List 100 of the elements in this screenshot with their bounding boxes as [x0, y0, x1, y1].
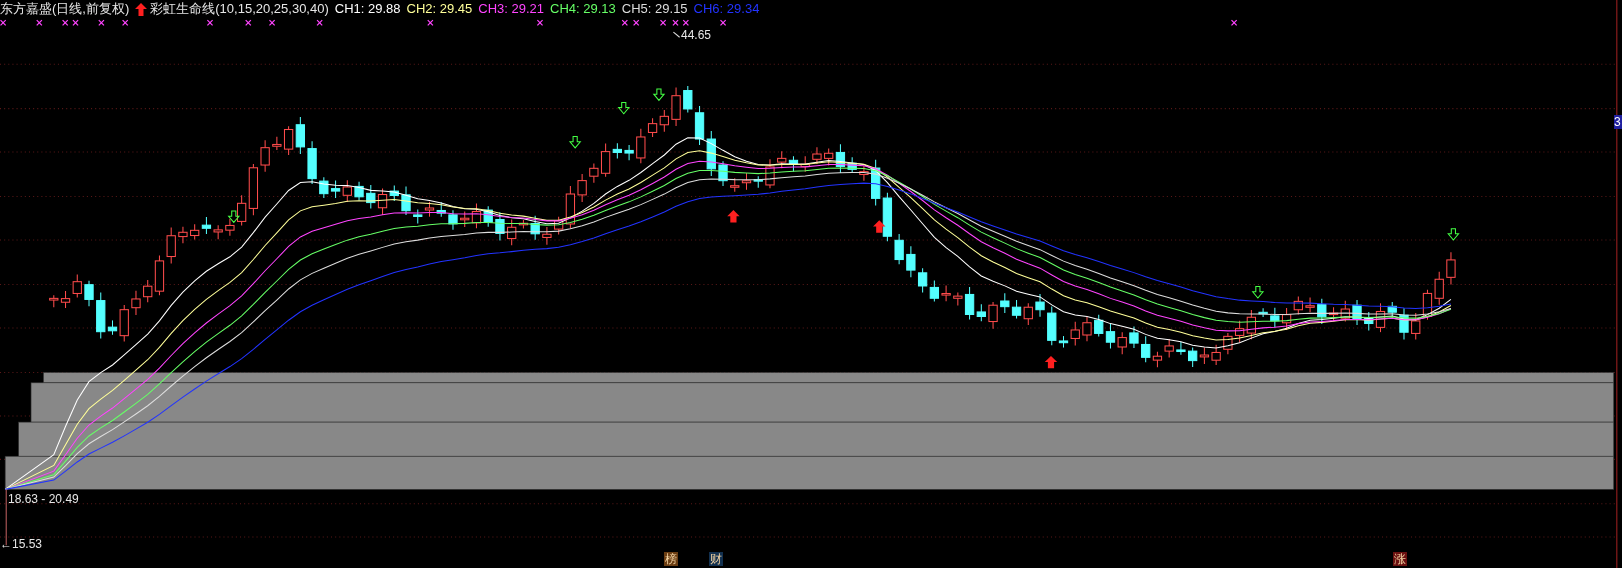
candlestick — [1270, 307, 1280, 328]
candlestick — [1411, 312, 1421, 341]
indicator-value: CH4: 29.13 — [550, 1, 616, 17]
candlestick — [1305, 297, 1315, 313]
candlestick — [366, 184, 376, 209]
axis-badge: 3 — [1614, 115, 1622, 129]
indicator-value: CH3: 29.21 — [478, 1, 545, 17]
candlestick — [1035, 293, 1045, 318]
up-arrow-icon — [135, 2, 148, 16]
event-marker: 涨 — [1393, 552, 1407, 566]
event-marker: 榜 — [664, 552, 678, 566]
candlestick — [307, 140, 317, 185]
candlestick — [448, 209, 458, 231]
candlestick — [777, 150, 787, 169]
candlestick — [1293, 295, 1303, 316]
candlestick — [49, 294, 59, 308]
candlestick — [319, 176, 329, 199]
candlestick — [178, 226, 188, 244]
candlestick — [84, 280, 94, 307]
candlestick — [741, 172, 752, 191]
candlestick — [917, 267, 928, 293]
candlestick — [1422, 289, 1433, 321]
candlestick — [1246, 309, 1256, 340]
candlestick — [413, 209, 423, 224]
candlestick — [706, 130, 716, 177]
down-arrow-icon — [568, 136, 582, 149]
candlestick — [131, 290, 141, 316]
down-arrow-icon — [652, 88, 666, 102]
candlestick — [1188, 346, 1198, 368]
candlestick — [624, 144, 634, 161]
candlestick — [1164, 338, 1174, 358]
up-arrow-icon — [727, 210, 740, 223]
candlestick — [671, 87, 681, 127]
candlestick — [72, 273, 82, 299]
high-price-label: 44.65 — [681, 28, 712, 42]
event-marker: 财 — [709, 552, 723, 566]
candlestick — [753, 175, 763, 189]
candlestick — [765, 158, 775, 189]
low-price-label: ←15.53 — [0, 537, 43, 551]
candlestick — [1011, 299, 1022, 319]
candlestick — [190, 223, 200, 240]
candlestick — [659, 109, 669, 133]
candlestick — [483, 205, 493, 228]
candlestick — [1000, 292, 1010, 314]
candlestick — [859, 165, 869, 182]
candlestick — [941, 285, 951, 302]
down-arrow-icon — [617, 101, 631, 115]
candlestick — [201, 216, 212, 235]
stock-title: 东方嘉盛(日线,前复权) — [0, 1, 130, 17]
candlestick — [495, 211, 505, 241]
candlestick — [213, 224, 223, 240]
candlestick — [1129, 326, 1139, 349]
indicator-value: CH1: 29.88 — [334, 1, 401, 17]
candlestick — [1094, 314, 1104, 338]
candlestick — [988, 301, 998, 330]
candlestick — [788, 155, 799, 173]
candlestick — [1223, 332, 1233, 355]
candlestick — [1340, 300, 1350, 322]
candlestick — [1117, 331, 1127, 355]
indicator-value: CH2: 29.45 — [406, 1, 473, 17]
candlestick — [166, 226, 176, 264]
candlestick — [1258, 307, 1268, 318]
candlestick — [60, 290, 71, 309]
down-arrow-icon — [1251, 286, 1265, 299]
candlestick — [1399, 307, 1409, 340]
candlestick — [1176, 341, 1186, 356]
candlestick — [1281, 307, 1292, 331]
down-arrow-icon — [227, 210, 241, 224]
candlestick — [295, 116, 305, 155]
candlestick — [1105, 322, 1116, 350]
down-arrow-icon — [1447, 228, 1460, 241]
indicator-value: CH6: 29.34 — [693, 1, 760, 17]
candlestick — [812, 146, 822, 165]
candlestick — [718, 160, 728, 187]
candlestick — [330, 180, 341, 199]
candlestick — [1199, 347, 1210, 365]
candlestick — [1446, 251, 1456, 285]
candlestick — [1352, 299, 1362, 326]
candlestick — [1234, 320, 1245, 344]
candlestick — [800, 155, 810, 173]
candlestick — [342, 179, 352, 203]
candlestick — [354, 181, 364, 202]
price-range-label: 18.63 - 20.49 — [8, 492, 79, 506]
leader-line — [672, 31, 681, 38]
candlestick — [1434, 271, 1444, 306]
candlestick — [542, 226, 552, 246]
up-arrow-icon — [873, 220, 886, 233]
indicator-value: CH5: 29.15 — [621, 1, 688, 17]
up-arrow-icon — [1044, 355, 1058, 369]
indicator-name: 彩虹生命线(10,15,20,25,30,40) — [150, 1, 329, 17]
candlestick — [1023, 302, 1033, 326]
candlestick — [730, 177, 740, 193]
candlestick — [871, 159, 881, 207]
candlestick — [401, 186, 411, 216]
candlestick — [1211, 344, 1221, 366]
leader-line — [5, 488, 7, 546]
candlestick — [929, 280, 939, 303]
candlestick — [1082, 316, 1092, 342]
candlestick — [906, 245, 916, 278]
candlestick — [424, 201, 435, 218]
